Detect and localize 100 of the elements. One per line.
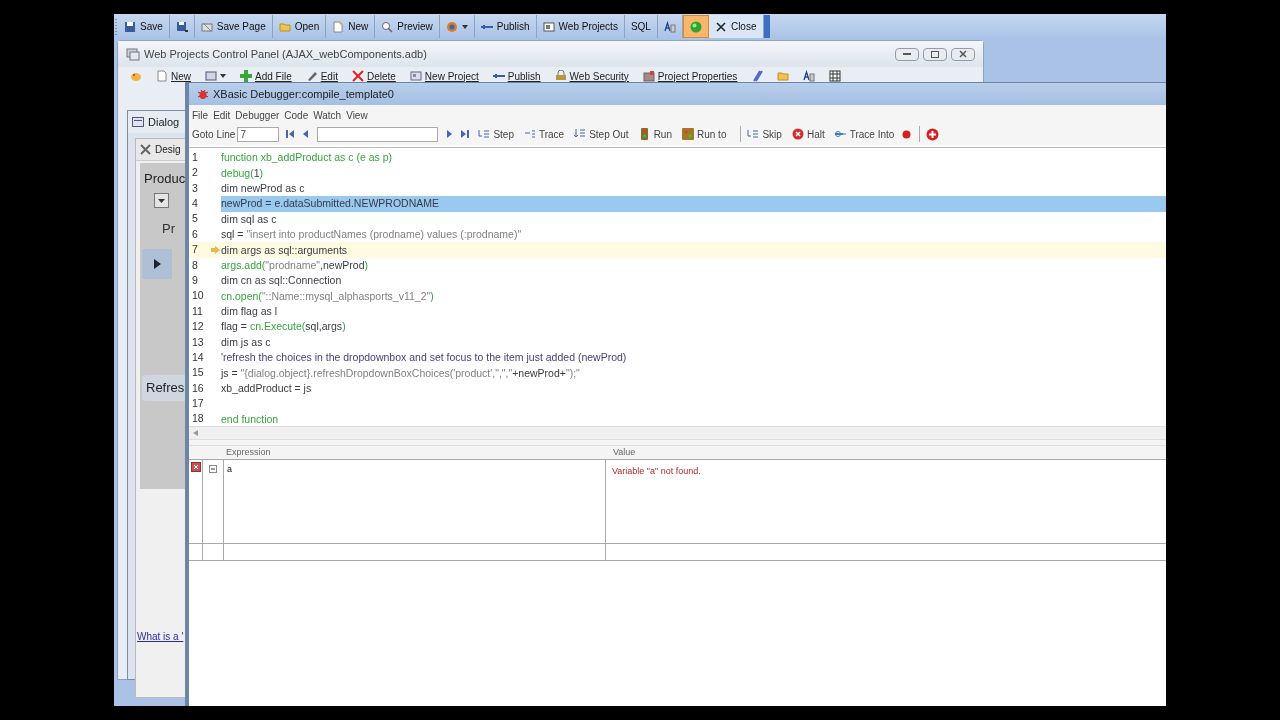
- column-header: Expression: [225, 445, 272, 459]
- toolbar-button[interactable]: New: [326, 15, 376, 38]
- line-number: 7: [191, 242, 199, 258]
- code-line: flag = cn.Execute(sql,args): [221, 319, 346, 335]
- design-tab[interactable]: Desig: [155, 142, 181, 157]
- minimize-icon: [903, 52, 911, 56]
- toolbar-button[interactable]: Add File: [240, 68, 292, 84]
- code-line: debug(1): [221, 165, 264, 181]
- toolbar-button[interactable]: New: [156, 68, 191, 84]
- app-icon: [126, 47, 140, 61]
- menu-item[interactable]: Watch: [313, 108, 342, 123]
- line-number: 17: [191, 396, 205, 412]
- code-line: function xb_addProduct as c (e as p): [221, 150, 392, 166]
- bug-icon: [197, 88, 209, 100]
- toolbar-button[interactable]: Project Properties: [642, 68, 738, 84]
- key-icon: [834, 128, 847, 140]
- toolbar-button[interactable]: SQL: [624, 15, 658, 38]
- code-line: dim cn as sql::Connection: [221, 273, 342, 289]
- halt-icon: [791, 128, 804, 140]
- plus-icon: [240, 70, 252, 82]
- code-line: newProd = e.dataSubmitted.NEWPRODNAME: [221, 196, 439, 212]
- toolbar-button[interactable]: Step: [478, 126, 514, 142]
- code-line: xb_addProduct = js: [221, 381, 312, 397]
- maximize-button[interactable]: [923, 47, 947, 61]
- dropdown-button[interactable]: [154, 193, 169, 208]
- code-line: js = "{dialog.object}.refreshDropdownBoxChoices('product',",","+newProd+");": [221, 365, 580, 381]
- status-light-icon: [689, 20, 702, 33]
- line-number: 1: [191, 149, 199, 165]
- code-line: args.add("prodname",newProd): [221, 257, 368, 273]
- toolbar-button[interactable]: Preview: [375, 15, 440, 38]
- toolbar-button[interactable]: Halt: [791, 126, 825, 142]
- code-line: cn.open("::Name::mysql_alphasports_v11_2"): [221, 288, 434, 304]
- window-title: Web Projects Control Panel (AJAX_webComponents.adb): [144, 46, 427, 62]
- window-icon: [542, 20, 555, 33]
- line-number: 15: [191, 365, 205, 381]
- menu-item[interactable]: Code: [284, 108, 309, 123]
- toolbar-button[interactable]: Skip: [747, 126, 782, 142]
- first-button[interactable]: [285, 129, 296, 139]
- line-number: 9: [191, 272, 199, 288]
- toolbar-button[interactable]: [829, 70, 842, 82]
- toolbar-button[interactable]: [205, 70, 226, 82]
- font-icon: [663, 20, 676, 33]
- lock-icon: [554, 70, 567, 82]
- toolbar-button[interactable]: [803, 70, 816, 82]
- line-number: 4: [191, 196, 199, 211]
- line-number: 14: [191, 349, 205, 365]
- line-number: 16: [191, 380, 205, 396]
- toolbar-button[interactable]: Publish: [492, 68, 541, 84]
- goto-line-field[interactable]: 7: [237, 126, 280, 142]
- caret-icon: [158, 198, 165, 203]
- help-link[interactable]: What is a ': [137, 629, 184, 644]
- toolbar-button[interactable]: Web Security: [554, 68, 629, 84]
- palette-icon: [130, 70, 142, 82]
- toolbar-button[interactable]: Web Projects: [536, 15, 625, 38]
- line-number: 6: [191, 226, 199, 242]
- toolbar-button[interactable]: Run: [638, 126, 672, 142]
- scroll-left-icon: [193, 430, 198, 436]
- toolbar-button[interactable]: Run to: [682, 126, 727, 142]
- toolbar-button[interactable]: Save: [118, 15, 170, 38]
- window-icon: [205, 70, 217, 82]
- minimize-button[interactable]: [895, 47, 919, 61]
- line-number: 5: [191, 211, 199, 227]
- add-button[interactable]: [926, 127, 940, 141]
- toolbar-button[interactable]: Step Out: [574, 126, 629, 142]
- folder-icon: [278, 20, 291, 33]
- toolbar-button[interactable]: Trace: [523, 126, 565, 142]
- menu-item[interactable]: Debugger: [235, 108, 280, 123]
- breakpoint-button[interactable]: [902, 129, 912, 139]
- toolbar-button[interactable]: Save Page: [194, 15, 273, 38]
- step-out-icon: [574, 128, 587, 140]
- close-icon[interactable]: [951, 47, 975, 61]
- toolbar-button[interactable]: Publish: [474, 15, 537, 38]
- trace-icon: [523, 128, 536, 140]
- toolbar-button[interactable]: New Project: [409, 68, 479, 84]
- expression-cell: a: [227, 464, 232, 474]
- code-line: sql = "insert into productNames (prodname) values (:prodname)": [221, 227, 522, 243]
- toolbar-button[interactable]: Edit: [305, 68, 338, 84]
- toolbar-button[interactable]: Open: [272, 15, 327, 38]
- delete-icon: [351, 70, 364, 82]
- grip-icon: [114, 16, 118, 37]
- value-cell: Variable "a" not found.: [612, 466, 701, 476]
- line-number: 18: [191, 411, 205, 427]
- toolbar-button[interactable]: Trace Into: [834, 126, 895, 142]
- traffic-light-icon: [638, 128, 651, 140]
- goto-label: Goto Line: [192, 127, 236, 142]
- search-field[interactable]: [317, 126, 439, 142]
- horizontal-scrollbar[interactable]: [189, 426, 1166, 440]
- magnifier-icon: [381, 20, 394, 33]
- toolbar-button[interactable]: Close: [708, 15, 764, 38]
- toolbar-edge: [763, 15, 770, 38]
- menu-item[interactable]: View: [346, 108, 368, 123]
- line-number: 8: [191, 257, 199, 273]
- document-icon: [332, 20, 345, 33]
- toolbar-button[interactable]: Delete: [351, 68, 396, 84]
- line-number: 13: [191, 334, 205, 350]
- menu-item[interactable]: File: [192, 108, 209, 123]
- row-pointer-icon: [142, 249, 172, 279]
- line-number: 12: [191, 319, 205, 335]
- last-button[interactable]: [460, 129, 471, 139]
- menu-item[interactable]: Edit: [213, 108, 231, 123]
